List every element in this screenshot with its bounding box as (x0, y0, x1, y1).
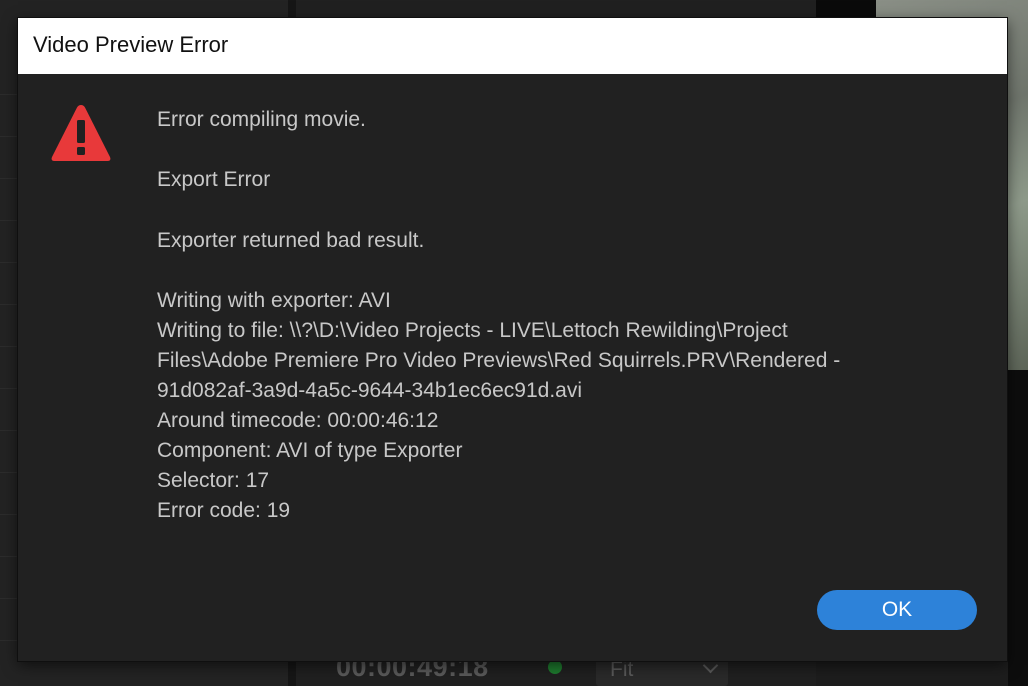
error-detail-line: Error code: 19 (157, 499, 291, 522)
error-detail-line: Writing to file: \\?\D:\Video Projects -… (157, 319, 788, 342)
dialog-title: Video Preview Error (33, 32, 229, 57)
error-detail-line: Writing with exporter: AVI (157, 289, 391, 312)
error-message-line: Export Error (157, 168, 271, 191)
dialog-titlebar[interactable]: Video Preview Error (18, 18, 1007, 74)
monitor-edge (1008, 370, 1028, 686)
error-message-line: Exporter returned bad result. (157, 229, 425, 252)
error-message-line: Error compiling movie. (157, 108, 366, 131)
error-dialog: Video Preview Error Error compiling movi… (18, 18, 1007, 661)
status-dot-icon (548, 660, 562, 674)
error-detail-line: Selector: 17 (157, 469, 270, 492)
error-detail-line: Around timecode: 00:00:46:12 (157, 409, 439, 432)
error-detail-line: 91d082af-3a9d-4a5c-9644-34b1ec6ec91d.avi (157, 379, 583, 402)
warning-triangle-icon (51, 105, 111, 161)
zoom-fit-label: Fit (610, 658, 634, 681)
error-detail-line: Component: AVI of type Exporter (157, 439, 463, 462)
error-detail-line: Files\Adobe Premiere Pro Video Previews\… (157, 349, 841, 372)
ok-button[interactable]: OK (817, 590, 977, 630)
